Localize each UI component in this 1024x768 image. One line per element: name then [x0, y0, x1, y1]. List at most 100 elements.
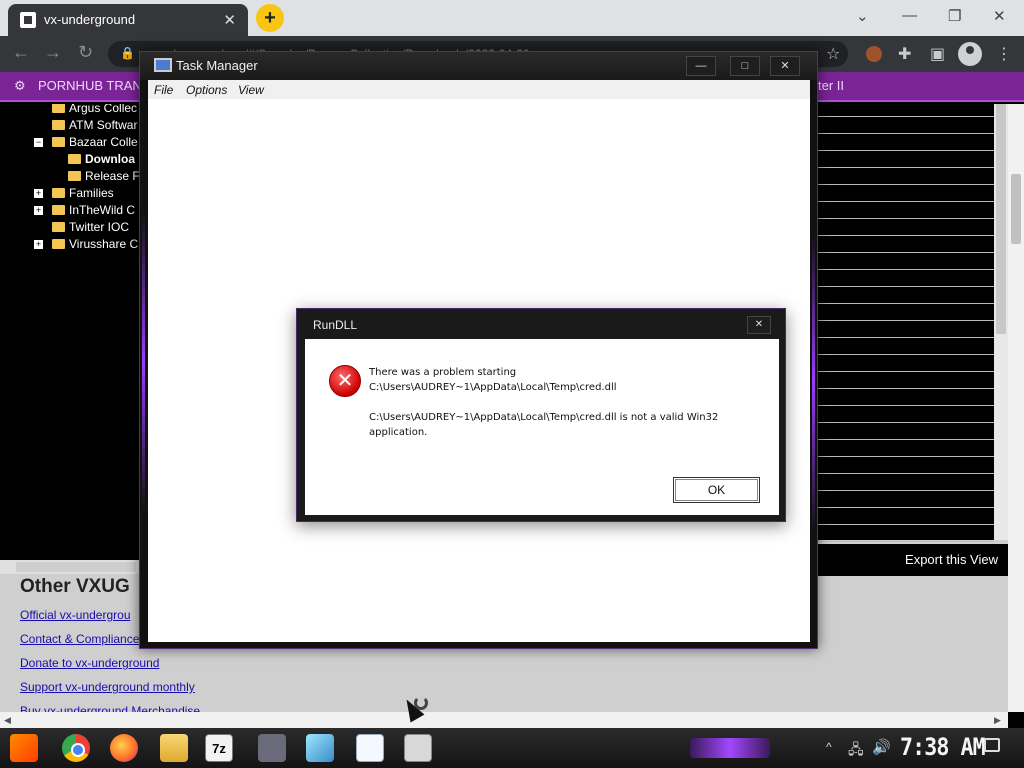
tab-strip: vx-underground ✕ + ⌄ — ❐ ✕	[0, 0, 1024, 36]
page-horizontal-scrollbar[interactable]: ◀ ▶	[0, 712, 1008, 728]
tree-item-selected[interactable]: Downloa	[68, 152, 135, 168]
tree-horizontal-scrollbar[interactable]	[0, 560, 150, 574]
scroll-thumb[interactable]	[16, 562, 136, 572]
border-glow	[142, 212, 145, 512]
reload-button[interactable]: ↻	[78, 42, 93, 63]
grid-row-divider	[818, 269, 994, 270]
window-minimize-button[interactable]: —	[902, 7, 917, 24]
folder-tree: Argus Collec ATM Softwar − Bazaar Colle …	[0, 104, 150, 560]
tree-item[interactable]: Bazaar Colle	[52, 135, 138, 151]
maximize-button[interactable]: □	[730, 56, 760, 76]
grid-row-divider	[818, 167, 994, 168]
grid-row-divider	[818, 405, 994, 406]
folder-icon	[52, 239, 65, 249]
firefox-icon[interactable]	[110, 734, 138, 762]
close-button[interactable]: ✕	[770, 56, 800, 76]
ok-button[interactable]: OK	[673, 477, 760, 503]
error-message-line: C:\Users\AUDREY~1\AppData\Local\Temp\cre…	[369, 382, 617, 393]
tab-search-icon[interactable]: ⌄	[856, 7, 869, 25]
notepad-icon[interactable]	[356, 734, 384, 762]
folder-icon	[52, 222, 65, 232]
notifications-icon[interactable]	[984, 738, 1000, 752]
start-menu-icon[interactable]	[10, 734, 38, 762]
page-vertical-scrollbar[interactable]	[1008, 104, 1024, 712]
link-official[interactable]: Official vx-undergrou	[20, 608, 131, 622]
scroll-thumb[interactable]	[1011, 174, 1021, 244]
bookmark-item[interactable]: ter II	[818, 78, 844, 93]
tree-item[interactable]: Argus Collec	[52, 104, 137, 117]
tree-item[interactable]: ATM Softwar	[52, 118, 137, 134]
grid-row-divider	[818, 456, 994, 457]
expand-icon[interactable]: +	[34, 189, 43, 198]
grid-row-divider	[818, 133, 994, 134]
link-contact[interactable]: Contact & Compliance	[20, 632, 139, 646]
collapse-icon[interactable]: −	[34, 138, 43, 147]
menu-bar: File Options View	[148, 80, 810, 99]
7zip-icon[interactable]: 7z	[205, 734, 233, 762]
menu-dots-icon[interactable]: ⋮	[996, 44, 1012, 64]
expand-icon[interactable]: +	[34, 240, 43, 249]
grid-row-divider	[818, 116, 994, 117]
folder-icon	[52, 104, 65, 113]
grid-row-divider	[818, 371, 994, 372]
section-heading: Other VXUG	[20, 576, 130, 597]
forward-button[interactable]: →	[44, 42, 62, 63]
busy-spinner-icon	[414, 696, 428, 710]
folder-icon	[68, 154, 81, 164]
network-icon[interactable]: 🖧	[848, 739, 864, 763]
tree-item[interactable]: Families	[52, 186, 114, 202]
tree-item[interactable]: Virusshare C	[52, 237, 138, 253]
new-tab-button[interactable]: +	[256, 4, 284, 32]
profile-extension-icon[interactable]	[866, 46, 882, 62]
expand-icon[interactable]: +	[34, 206, 43, 215]
task-manager-titlebar[interactable]: Task Manager — □ ✕	[140, 52, 817, 80]
scroll-left-icon[interactable]: ◀	[4, 715, 11, 726]
taskbar-glow	[690, 738, 770, 758]
browser-tab[interactable]: vx-underground ✕	[8, 4, 248, 36]
window-restore-button[interactable]: ❐	[948, 7, 961, 25]
app-icon[interactable]	[258, 734, 286, 762]
menu-file[interactable]: File	[154, 83, 173, 97]
border-glow	[812, 232, 815, 532]
bookmark-item[interactable]: PORNHUB TRANS	[38, 78, 150, 93]
menu-view[interactable]: View	[238, 83, 264, 97]
task-manager-taskbar-icon[interactable]	[404, 734, 432, 762]
link-merch[interactable]: Buy vx-underground Merchandise	[20, 704, 200, 712]
extensions-puzzle-icon[interactable]: ✚	[898, 44, 911, 64]
dialog-close-button[interactable]: ✕	[747, 316, 771, 334]
grid-scrollbar[interactable]	[994, 104, 1008, 540]
side-panel-icon[interactable]: ▣	[930, 44, 945, 64]
folder-icon	[52, 120, 65, 130]
back-button[interactable]: ←	[12, 42, 30, 63]
link-donate[interactable]: Donate to vx-underground	[20, 656, 159, 670]
minimize-button[interactable]: —	[686, 56, 716, 76]
lock-icon[interactable]: 🔒	[120, 46, 135, 60]
scroll-thumb[interactable]	[996, 104, 1006, 334]
export-view-button[interactable]: Export this View	[905, 552, 998, 567]
scroll-right-icon[interactable]: ▶	[994, 715, 1001, 726]
profile-avatar[interactable]	[958, 42, 982, 66]
tab-close-icon[interactable]: ✕	[223, 11, 236, 29]
tree-item[interactable]: Twitter IOC	[52, 220, 129, 236]
link-support[interactable]: Support vx-underground monthly	[20, 680, 195, 694]
taskbar: 7z ^ 🖧 🔊 7:38 AM	[0, 728, 1024, 768]
grid-row-divider	[818, 524, 994, 525]
site-favicon-icon	[20, 12, 36, 28]
chrome-icon[interactable]	[62, 734, 90, 762]
grid-row-divider	[818, 303, 994, 304]
file-explorer-icon[interactable]	[160, 734, 188, 762]
bookmark-star-icon[interactable]: ☆	[826, 44, 840, 64]
window-close-button[interactable]: ✕	[993, 7, 1006, 25]
tree-item[interactable]: InTheWild C	[52, 203, 135, 219]
app-icon[interactable]	[306, 734, 334, 762]
grid-row-divider	[818, 439, 994, 440]
tray-overflow-icon[interactable]: ^	[826, 740, 832, 754]
menu-options[interactable]: Options	[186, 83, 227, 97]
bookmark-item-icon[interactable]: ⚙	[14, 78, 26, 94]
grid-row-divider	[818, 473, 994, 474]
volume-icon[interactable]: 🔊	[872, 738, 891, 756]
tree-item[interactable]: Release F	[68, 169, 140, 185]
clock[interactable]: 7:38 AM	[900, 733, 986, 761]
grid-row-divider	[818, 218, 994, 219]
grid-row-divider	[818, 286, 994, 287]
